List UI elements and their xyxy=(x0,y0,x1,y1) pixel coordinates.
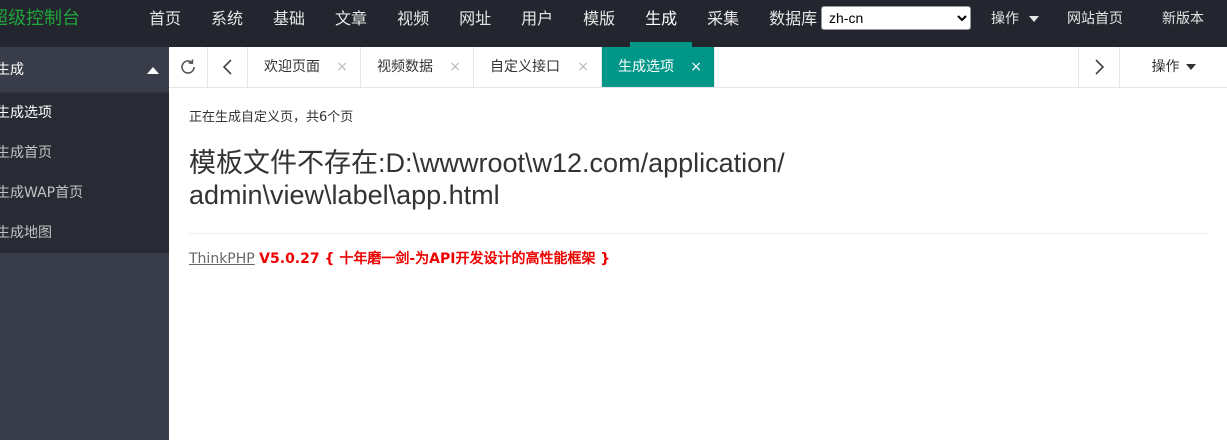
close-icon[interactable]: × xyxy=(449,47,461,87)
nav-system[interactable]: 系统 xyxy=(196,0,258,47)
nav-video[interactable]: 视频 xyxy=(382,0,444,47)
tab-label: 视频数据 xyxy=(377,59,433,75)
nav-template[interactable]: 模版 xyxy=(568,0,630,47)
sidebar-group-label: 生成 xyxy=(0,62,24,78)
error-line: 模板文件不存在:D:\wwwroot\w12.com/application/ xyxy=(189,148,785,178)
tab-custom-api[interactable]: 自定义接口 × xyxy=(474,47,602,87)
tab-generate-options[interactable]: 生成选项 × xyxy=(602,47,715,87)
sidebar-item-label: 生成选项 xyxy=(0,105,52,121)
top-nav: 首页 系统 基础 文章 视频 网址 用户 模版 生成 采集 数据库 xyxy=(134,0,832,47)
nav-user[interactable]: 用户 xyxy=(506,0,568,47)
new-version-link[interactable]: 新版本 xyxy=(1162,0,1204,38)
tab-label: 自定义接口 xyxy=(490,59,560,75)
sidebar-item-generate-options[interactable]: 生成选项 xyxy=(0,93,169,133)
tabs-ops-menu[interactable]: 操作 xyxy=(1119,47,1227,87)
sidebar-item-generate-wap-home[interactable]: 生成WAP首页 xyxy=(0,173,169,213)
framework-link[interactable]: ThinkPHP xyxy=(189,251,255,267)
tab-label: 欢迎页面 xyxy=(264,59,320,75)
refresh-icon xyxy=(181,59,195,74)
framework-footer: ThinkPHP V5.0.27 { 十年磨一剑-为API开发设计的高性能框架 … xyxy=(189,248,1209,268)
nav-url[interactable]: 网址 xyxy=(444,0,506,47)
tabs-ops-label: 操作 xyxy=(1151,59,1180,75)
nav-collect[interactable]: 采集 xyxy=(692,0,754,47)
sidebar-group-generate[interactable]: 生成 xyxy=(0,47,169,93)
header-ops-label: 操作 xyxy=(991,11,1019,27)
language-select[interactable]: zh-cn xyxy=(821,6,971,30)
tab-video-data[interactable]: 视频数据 × xyxy=(361,47,474,87)
divider xyxy=(189,233,1209,234)
refresh-button[interactable] xyxy=(169,47,208,87)
sidebar-item-label: 生成地图 xyxy=(0,225,52,241)
app-logo[interactable]: 超级控制台 xyxy=(0,0,110,38)
site-home-link[interactable]: 网站首页 xyxy=(1067,0,1123,38)
sidebar-item-generate-sitemap[interactable]: 生成地图 xyxy=(0,213,169,253)
nav-article[interactable]: 文章 xyxy=(320,0,382,47)
close-icon[interactable]: × xyxy=(336,47,348,87)
chevron-right-icon xyxy=(1095,59,1105,75)
sidebar: 生成 生成选项 生成首页 生成WAP首页 生成地图 xyxy=(0,47,169,440)
tab-label: 生成选项 xyxy=(618,59,674,75)
close-icon[interactable]: × xyxy=(577,47,589,87)
caret-up-icon xyxy=(147,67,159,74)
caret-down-icon xyxy=(1185,64,1196,70)
error-message: 模板文件不存在:D:\wwwroot\w12.com/application/ … xyxy=(189,147,1209,211)
nav-generate[interactable]: 生成 xyxy=(630,0,693,47)
tabs-scroll-right-button[interactable] xyxy=(1078,47,1119,87)
nav-home[interactable]: 首页 xyxy=(134,0,196,47)
sidebar-list: 生成选项 生成首页 生成WAP首页 生成地图 xyxy=(0,93,169,253)
sidebar-item-label: 生成WAP首页 xyxy=(0,185,84,201)
chevron-left-icon xyxy=(222,59,232,75)
framework-version: V5.0.27 { 十年磨一剑-为API开发设计的高性能框架 } xyxy=(259,251,611,267)
status-message: 正在生成自定义页，共6个页 xyxy=(189,110,354,125)
caret-down-icon xyxy=(1029,16,1039,22)
tab-welcome[interactable]: 欢迎页面 × xyxy=(248,47,361,87)
top-header: 超级控制台 首页 系统 基础 文章 视频 网址 用户 模版 生成 采集 数据库 … xyxy=(0,0,1227,47)
header-ops-menu[interactable]: 操作 xyxy=(991,0,1039,38)
tabs-bar: 欢迎页面 × 视频数据 × 自定义接口 × 生成选项 × 操作 xyxy=(169,47,1227,88)
tabs-scroll-left-button[interactable] xyxy=(208,47,248,87)
sidebar-item-generate-home[interactable]: 生成首页 xyxy=(0,133,169,173)
logo-text: 超级控制台 xyxy=(0,8,80,29)
sidebar-item-label: 生成首页 xyxy=(0,145,52,161)
main-content: 正在生成自定义页，共6个页 模板文件不存在:D:\wwwroot\w12.com… xyxy=(189,88,1209,268)
error-line: admin\view\label\app.html xyxy=(189,180,500,210)
nav-basic[interactable]: 基础 xyxy=(258,0,320,47)
close-icon[interactable]: × xyxy=(690,47,702,87)
